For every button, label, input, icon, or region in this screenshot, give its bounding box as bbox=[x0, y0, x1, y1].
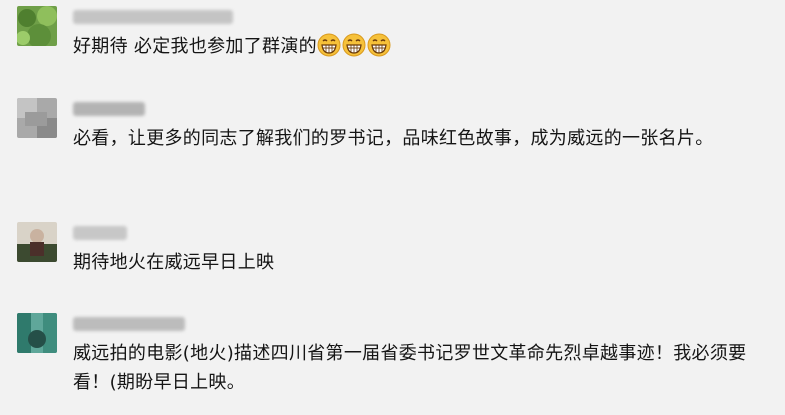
grinning-face-icon bbox=[342, 33, 366, 57]
username-blurred[interactable] bbox=[73, 226, 127, 240]
avatar-image bbox=[17, 222, 57, 262]
comment-text: 必看，让更多的同志了解我们的罗书记，品味红色故事，成为威远的一张名片。 bbox=[73, 124, 773, 153]
comment-text: 好期待 必定我也参加了群演的 bbox=[73, 32, 773, 61]
comment-item: 好期待 必定我也参加了群演的 bbox=[0, 0, 785, 80]
avatar[interactable] bbox=[17, 222, 57, 262]
comment-text-content: 好期待 必定我也参加了群演的 bbox=[73, 36, 317, 57]
username-blurred[interactable] bbox=[73, 10, 233, 24]
grinning-face-icon bbox=[367, 33, 391, 57]
avatar[interactable] bbox=[17, 98, 57, 138]
comment-feed: 好期待 必定我也参加了群演的 必看，让更多的同志了解我们的罗书记，品味红色故事，… bbox=[0, 0, 785, 415]
grinning-face-icon bbox=[317, 33, 341, 57]
avatar-image bbox=[17, 6, 57, 46]
avatar[interactable] bbox=[17, 313, 57, 353]
comment-text: 期待地火在威远早日上映 bbox=[73, 248, 773, 277]
comment-text: 威远拍的电影(地火)描述四川省第一届省委书记罗世文革命先烈卓越事迹！我必须要看！… bbox=[73, 339, 773, 397]
avatar-image bbox=[17, 98, 57, 138]
avatar[interactable] bbox=[17, 6, 57, 46]
comment-text-content: 期待地火在威远早日上映 bbox=[73, 252, 275, 273]
emoji-group bbox=[317, 33, 392, 57]
username-blurred[interactable] bbox=[73, 102, 145, 116]
avatar-image bbox=[17, 313, 57, 353]
comment-item: 威远拍的电影(地火)描述四川省第一届省委书记罗世文革命先烈卓越事迹！我必须要看！… bbox=[0, 305, 785, 415]
comment-item: 必看，让更多的同志了解我们的罗书记，品味红色故事，成为威远的一张名片。 bbox=[0, 92, 785, 192]
comment-text-content: 必看，让更多的同志了解我们的罗书记，品味红色故事，成为威远的一张名片。 bbox=[73, 128, 714, 149]
comment-item: 期待地火在威远早日上映 bbox=[0, 214, 785, 284]
username-blurred[interactable] bbox=[73, 317, 185, 331]
comment-text-content: 威远拍的电影(地火)描述四川省第一届省委书记罗世文革命先烈卓越事迹！我必须要看！… bbox=[73, 343, 747, 393]
